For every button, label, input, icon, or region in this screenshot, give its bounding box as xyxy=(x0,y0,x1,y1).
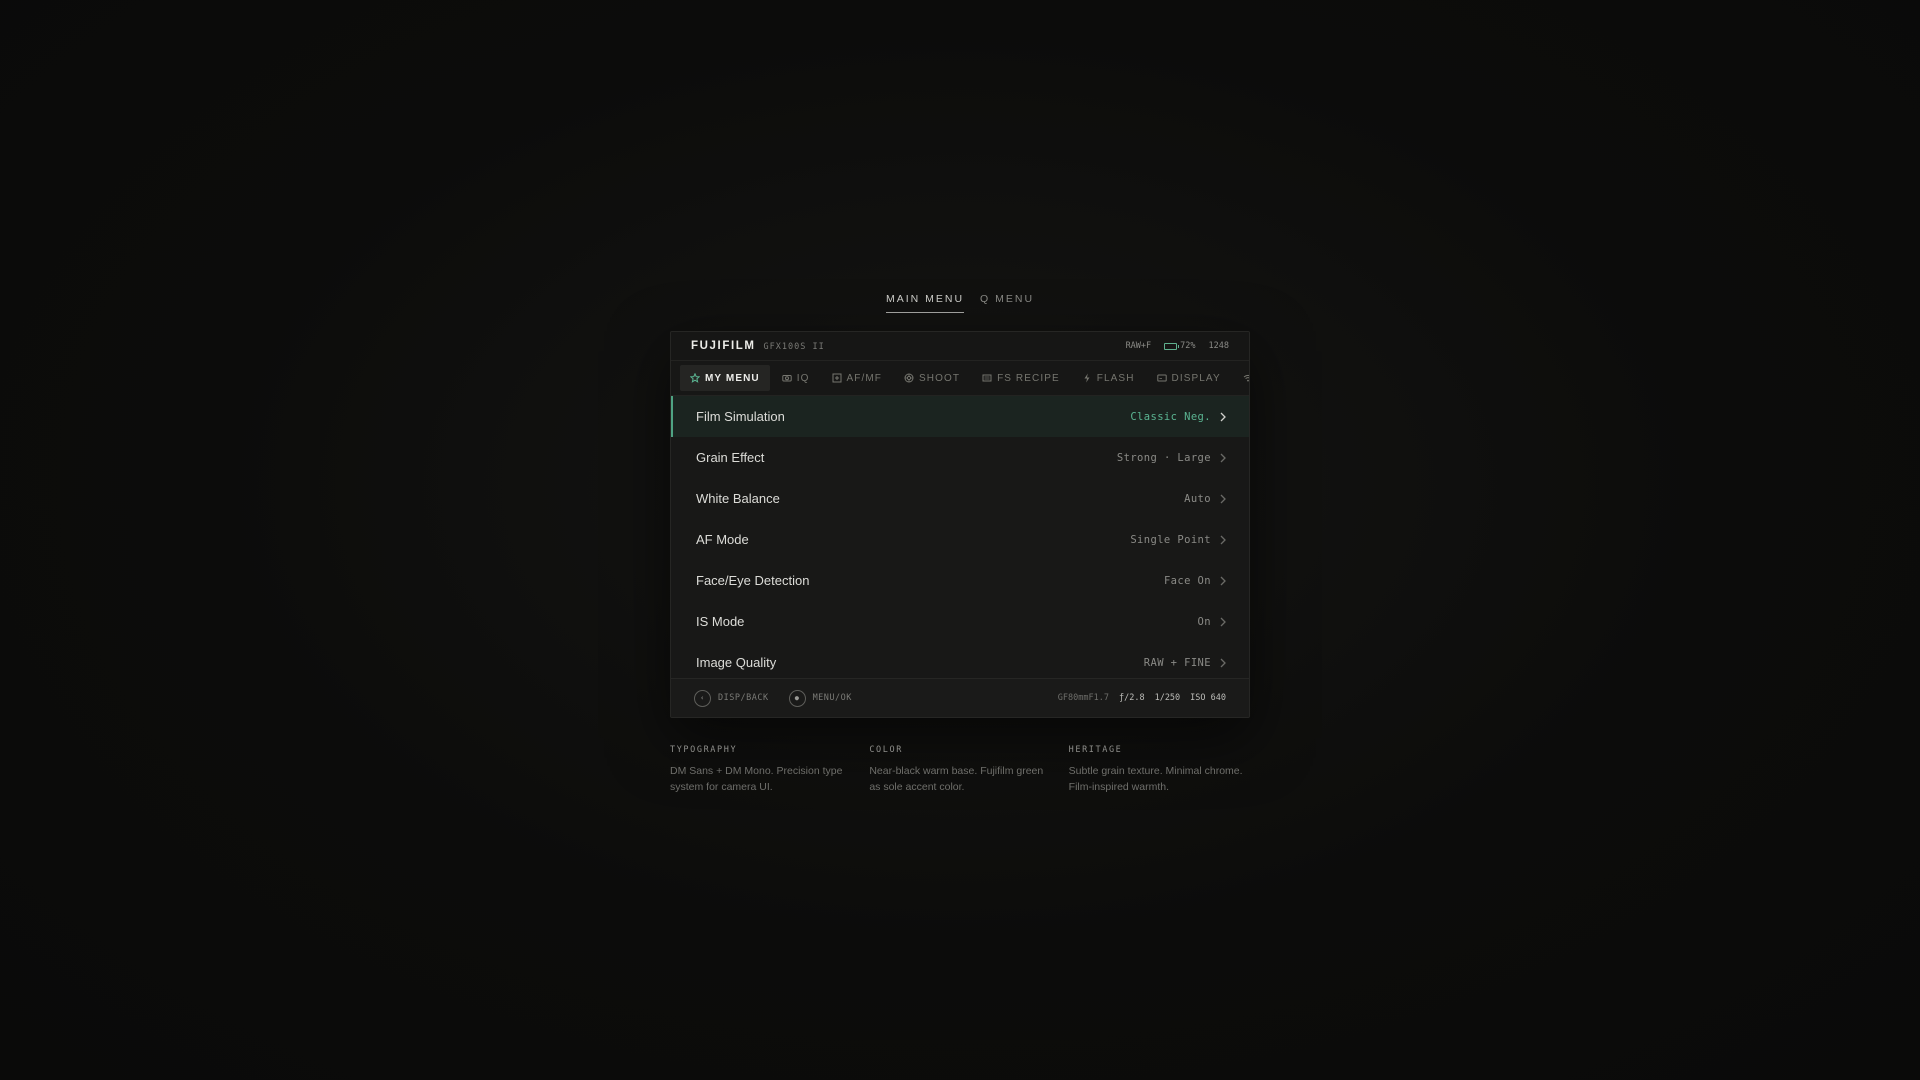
exposure-readout: GF80mmF1.7 ƒ/2.8 1/250 ISO 640 xyxy=(1058,693,1226,703)
ok-hint-label: MENU/OK xyxy=(812,693,852,703)
menu-item-film-simulation[interactable]: Film Simulation Classic Neg. xyxy=(671,396,1249,437)
chevron-right-icon xyxy=(1219,617,1227,627)
file-format: RAW+F xyxy=(1125,341,1152,351)
battery-percent: 72% xyxy=(1180,341,1196,351)
tab-label: FS RECIPE xyxy=(997,372,1060,384)
menu-item-value: Single Point xyxy=(1130,533,1211,546)
menu-item-label: AF Mode xyxy=(696,532,749,547)
chevron-right-icon xyxy=(1219,576,1227,586)
menu-item-face-eye-detection[interactable]: Face/Eye Detection Face On xyxy=(671,560,1249,601)
tab-my-menu[interactable]: MY MENU xyxy=(680,365,770,391)
shutter-icon xyxy=(904,373,914,383)
menu-mode-switch: MAIN MENU Q MENU xyxy=(0,293,1920,313)
menu-item-value: RAW + FINE xyxy=(1143,656,1211,669)
menu-item-label: IS Mode xyxy=(696,614,745,629)
brand: FUJIFILM GFX100S II xyxy=(691,340,825,352)
back-hint[interactable]: ‹ DISP/BACK xyxy=(694,689,769,707)
tab-q-menu[interactable]: Q MENU xyxy=(980,293,1034,313)
camera-icon xyxy=(782,373,792,383)
tab-fs-recipe[interactable]: FS RECIPE xyxy=(972,365,1070,391)
menu-item-label: Film Simulation xyxy=(696,409,785,424)
chevron-right-icon xyxy=(1219,494,1227,504)
tab-flash[interactable]: FLASH xyxy=(1072,365,1145,391)
note-text: Near-black warm base. Fujifilm green as … xyxy=(869,765,1044,793)
menu-item-label: White Balance xyxy=(696,491,780,506)
aperture-value: ƒ/2.8 xyxy=(1118,693,1145,703)
stage: MAIN MENU Q MENU FUJIFILM GFX100S II RAW… xyxy=(0,0,1920,1080)
note-color: COLOR Near-black warm base. Fujifilm gre… xyxy=(869,745,1050,795)
iso-value: ISO 640 xyxy=(1190,693,1226,703)
chevron-right-icon xyxy=(1219,412,1227,422)
panel-footer: ‹ DISP/BACK ● MENU/OK GF80mmF1.7 ƒ/2.8 1… xyxy=(671,678,1249,717)
shots-remaining: 1248 xyxy=(1208,341,1229,351)
chevron-right-icon xyxy=(1219,535,1227,545)
menu-item-label: Image Quality xyxy=(696,655,777,670)
menu-item-value: Auto xyxy=(1184,492,1211,505)
menu-item-label: Grain Effect xyxy=(696,450,765,465)
brand-name: FUJIFILM xyxy=(691,340,756,352)
tab-connection[interactable] xyxy=(1233,365,1249,391)
battery-icon xyxy=(1164,342,1180,350)
menu-item-value: Classic Neg. xyxy=(1130,410,1211,423)
ok-hint[interactable]: ● MENU/OK xyxy=(788,689,852,707)
tab-main-menu[interactable]: MAIN MENU xyxy=(885,293,965,313)
back-button-icon: ‹ xyxy=(694,689,711,707)
shutter-value: 1/250 xyxy=(1154,693,1181,703)
recipe-icon xyxy=(982,373,992,383)
display-icon xyxy=(1156,373,1167,383)
menu-item-grain-effect[interactable]: Grain Effect Strong · Large xyxy=(671,437,1249,478)
menu-item-value: On xyxy=(1197,615,1211,628)
design-notes: TYPOGRAPHY DM Sans + DM Mono. Precision … xyxy=(670,745,1250,795)
camera-model: GFX100S II xyxy=(763,342,825,352)
lens-name: GF80mmF1.7 xyxy=(1057,693,1109,703)
tab-label: FLASH xyxy=(1096,372,1135,384)
tab-af-mf[interactable]: AF/MF xyxy=(822,365,893,391)
chevron-right-icon xyxy=(1219,453,1227,463)
menu-item-af-mode[interactable]: AF Mode Single Point xyxy=(671,519,1249,560)
wifi-icon xyxy=(1243,373,1249,383)
tab-label: SHOOT xyxy=(919,372,961,384)
note-title: HERITAGE xyxy=(1068,745,1123,755)
tab-display[interactable]: DISPLAY xyxy=(1147,365,1231,391)
menu-item-is-mode[interactable]: IS Mode On xyxy=(671,601,1249,642)
note-text: Subtle grain texture. Minimal chrome. Fi… xyxy=(1068,765,1243,793)
tab-label: AF/MF xyxy=(846,372,883,384)
tab-shoot[interactable]: SHOOT xyxy=(894,365,970,391)
button-hints: ‹ DISP/BACK ● MENU/OK xyxy=(694,689,852,707)
panel-header: FUJIFILM GFX100S II RAW+F 72% 1248 xyxy=(671,332,1249,361)
category-tabs: MY MENU IQ AF/MF SHOOT FS RECIPE FLASH D… xyxy=(671,361,1249,396)
note-title: TYPOGRAPHY xyxy=(670,745,738,755)
chevron-right-icon xyxy=(1219,658,1227,668)
menu-list: Film Simulation Classic Neg. Grain Effec… xyxy=(671,396,1249,683)
note-text: DM Sans + DM Mono. Precision type system… xyxy=(670,765,843,793)
back-hint-label: DISP/BACK xyxy=(718,693,769,703)
status-bar: RAW+F 72% 1248 xyxy=(1126,341,1229,351)
ok-button-icon: ● xyxy=(788,689,806,707)
note-title: COLOR xyxy=(869,745,903,755)
note-heritage: HERITAGE Subtle grain texture. Minimal c… xyxy=(1069,745,1250,795)
note-typography: TYPOGRAPHY DM Sans + DM Mono. Precision … xyxy=(670,745,851,795)
menu-item-value: Face On xyxy=(1163,574,1211,587)
menu-item-image-quality[interactable]: Image Quality RAW + FINE xyxy=(671,642,1249,683)
tab-iq[interactable]: IQ xyxy=(772,365,820,391)
flash-icon xyxy=(1082,373,1092,383)
menu-item-value: Strong · Large xyxy=(1116,451,1211,464)
tab-label: MY MENU xyxy=(705,372,760,384)
star-icon xyxy=(690,373,700,383)
camera-menu-panel: FUJIFILM GFX100S II RAW+F 72% 1248 MY ME… xyxy=(670,331,1250,718)
focus-icon xyxy=(832,373,842,383)
menu-item-label: Face/Eye Detection xyxy=(696,573,810,588)
menu-item-white-balance[interactable]: White Balance Auto xyxy=(671,478,1249,519)
tab-label: DISPLAY xyxy=(1171,372,1221,384)
battery-indicator: 72% xyxy=(1164,341,1196,351)
tab-label: IQ xyxy=(796,372,810,384)
